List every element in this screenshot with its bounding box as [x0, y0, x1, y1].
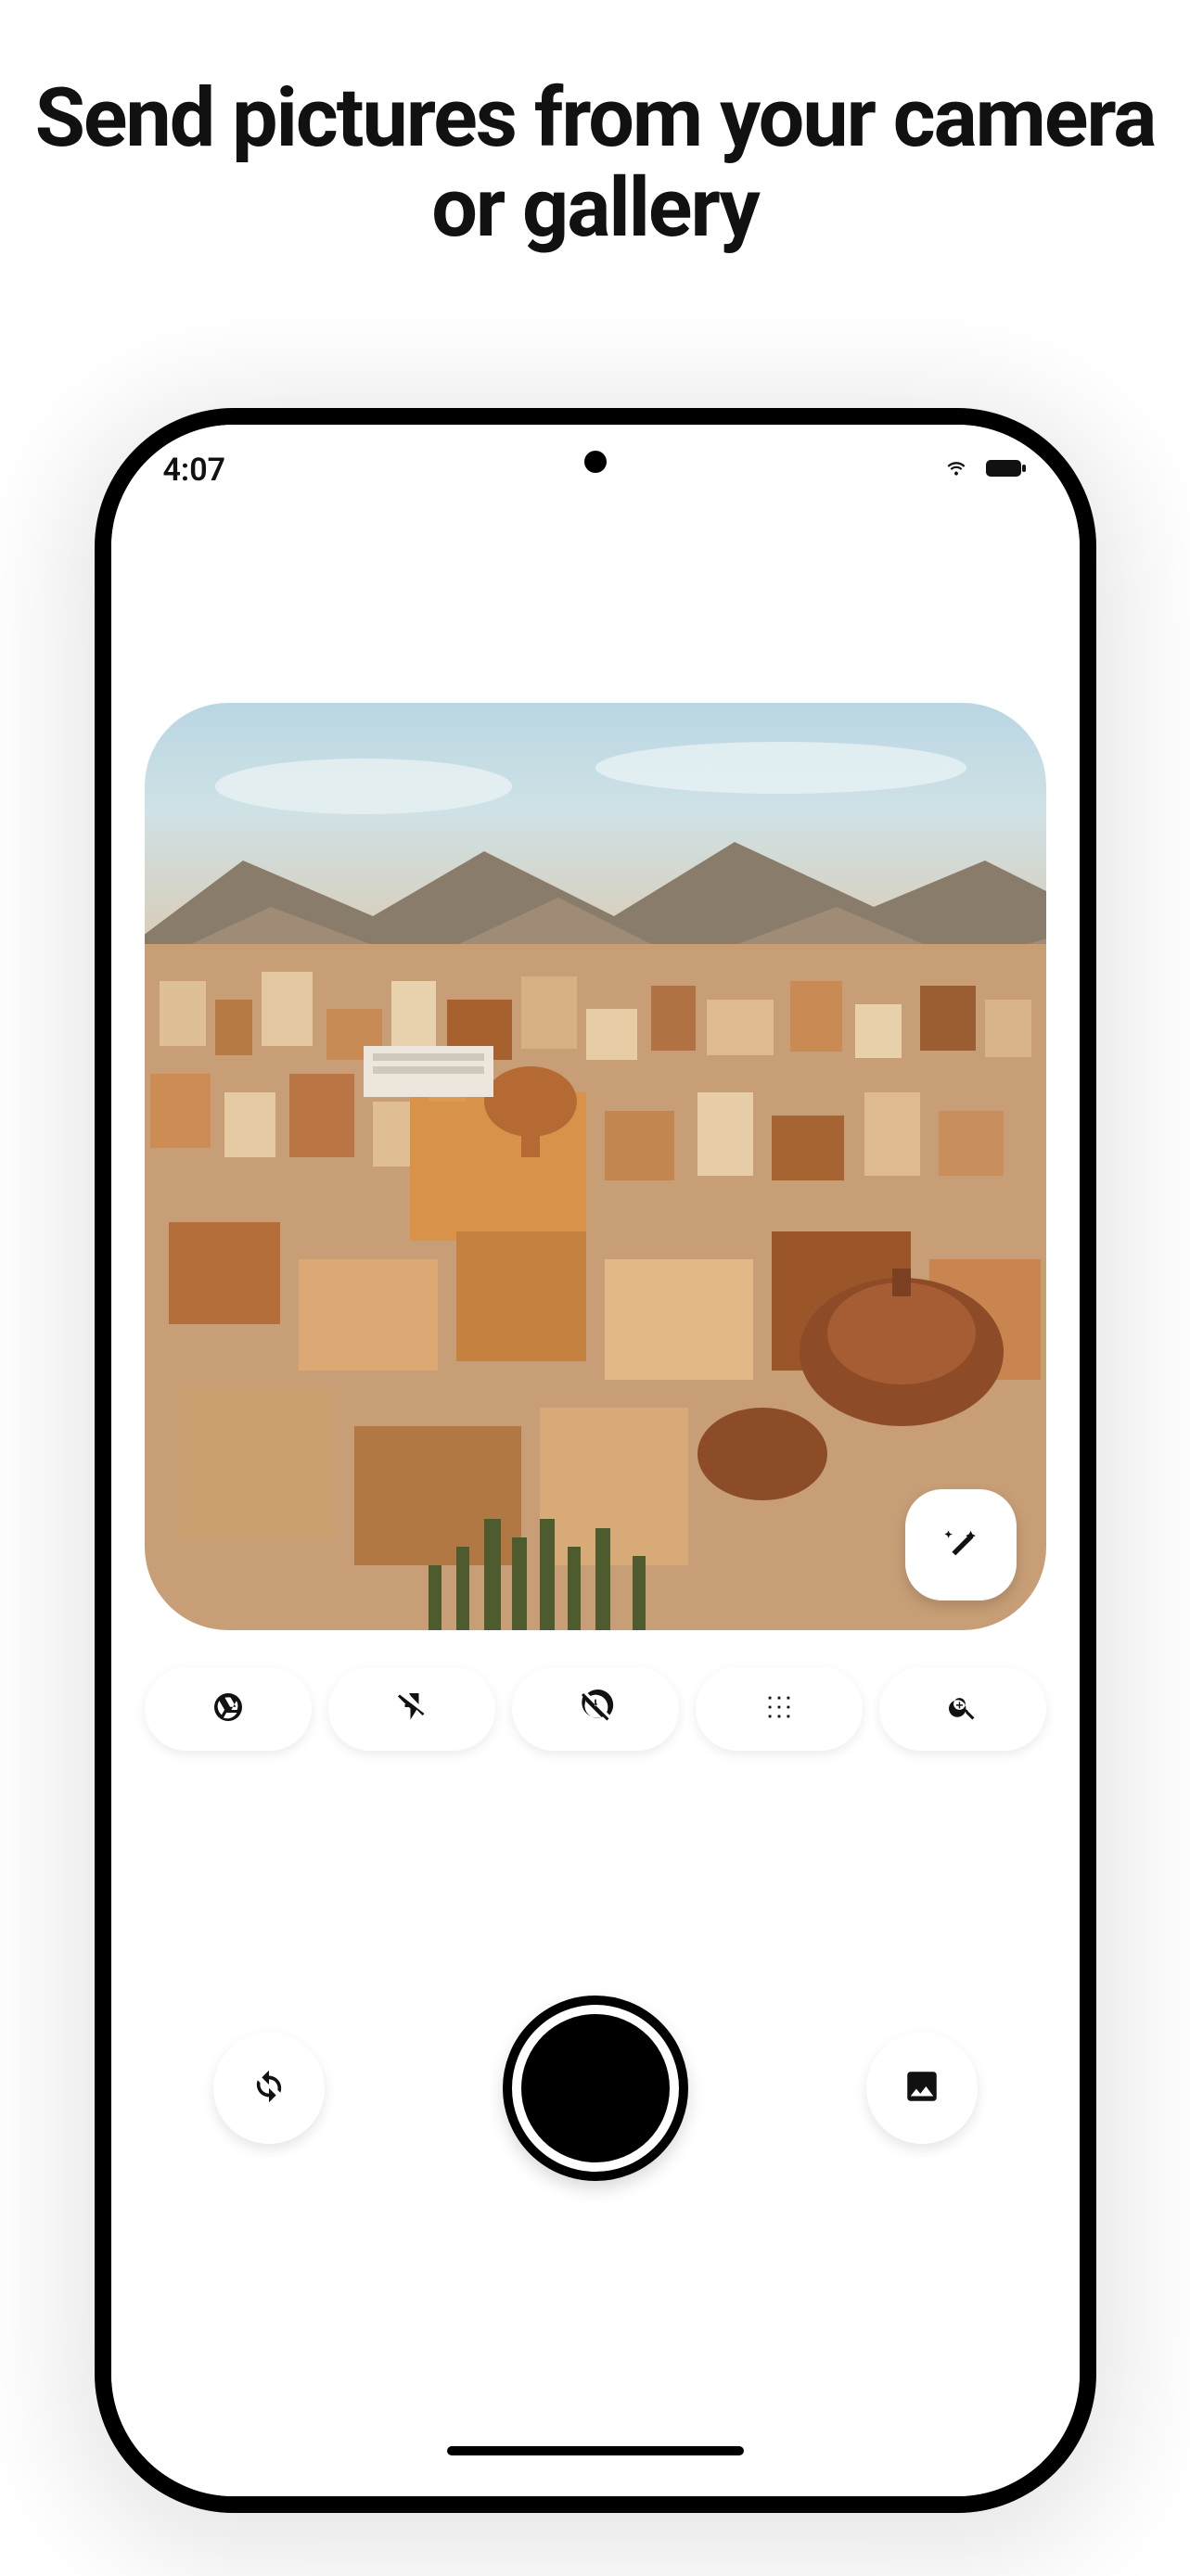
shutter-button[interactable] — [503, 1996, 688, 2181]
camera-controls-row — [111, 1996, 1080, 2181]
phone-screen: 4:07 — [111, 425, 1080, 2496]
flash-off-button[interactable] — [328, 1667, 495, 1751]
phone-frame: 4:07 — [95, 408, 1096, 2513]
cityscape-photo — [145, 703, 1046, 1630]
grid-button[interactable] — [696, 1667, 863, 1751]
home-indicator — [447, 2446, 744, 2455]
battery-icon — [985, 457, 1028, 483]
magic-enhance-button[interactable] — [905, 1489, 1017, 1600]
magic-wand-icon — [940, 1522, 982, 1568]
camera-viewfinder[interactable] — [145, 703, 1046, 1630]
wifi-icon — [940, 455, 972, 485]
status-time: 4:07 — [163, 452, 226, 489]
shutter-icon — [521, 2014, 670, 2162]
grid-icon — [763, 1691, 795, 1727]
zoom-button[interactable] — [879, 1667, 1046, 1751]
aperture-icon — [211, 1690, 245, 1728]
status-icons — [940, 455, 1028, 485]
timer-off-button[interactable] — [512, 1667, 679, 1751]
aperture-button[interactable] — [145, 1667, 312, 1751]
gallery-button[interactable] — [866, 2033, 978, 2144]
switch-camera-button[interactable] — [213, 2033, 325, 2144]
status-bar: 4:07 — [111, 447, 1080, 493]
flash-off-icon — [395, 1690, 429, 1728]
timer-off-icon — [577, 1689, 614, 1729]
gallery-icon — [902, 2067, 941, 2110]
camera-options-row — [145, 1667, 1046, 1751]
headline-text: Send pictures from your camera or galler… — [0, 0, 1190, 254]
zoom-in-icon — [947, 1691, 979, 1727]
switch-camera-icon — [248, 2065, 290, 2111]
